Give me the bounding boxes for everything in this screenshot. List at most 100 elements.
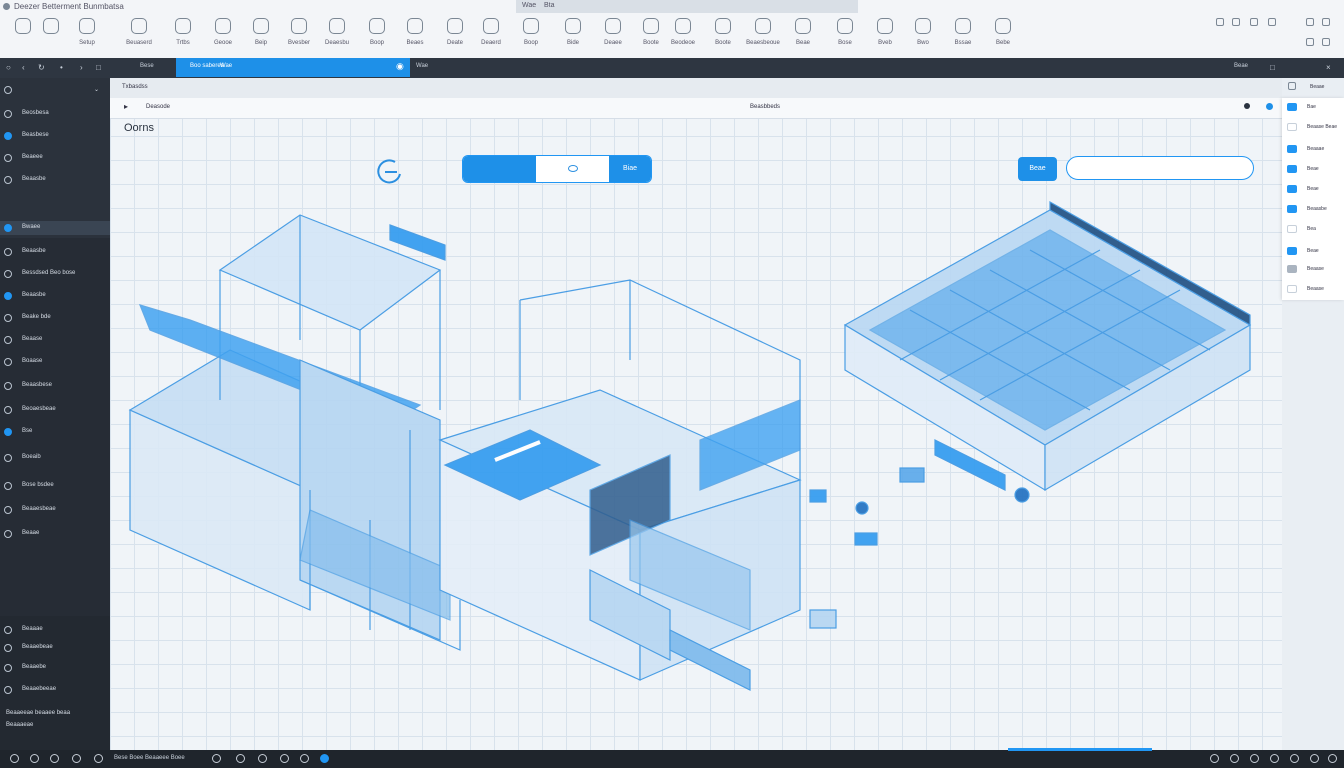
sidebar-item[interactable]: Beosbesa (4, 108, 108, 122)
battery-icon[interactable] (1250, 754, 1259, 763)
view-icon[interactable]: □ (96, 63, 101, 72)
active-document-tab[interactable]: Boo saberes Wae ◉ (176, 58, 410, 77)
document-tab[interactable]: Wae Bta (516, 0, 858, 13)
sidebar-item-label: Beake bde (22, 314, 51, 320)
settings-icon[interactable] (1322, 18, 1330, 26)
keyboard-icon[interactable] (1290, 754, 1299, 763)
tab-menu-icon[interactable]: □ (1270, 63, 1275, 72)
nav-arrow-icon[interactable]: ▸ (124, 102, 128, 111)
sidebar-item[interactable]: Bse (4, 426, 108, 440)
swatch-icon (1287, 123, 1297, 131)
sidebar-item[interactable]: Beake bde (4, 312, 108, 326)
property-item[interactable]: Beae (1287, 246, 1343, 258)
circle-icon (4, 686, 12, 694)
pin-icon[interactable]: • (60, 63, 63, 72)
sync-icon[interactable] (320, 754, 329, 763)
undo-icon[interactable] (300, 754, 309, 763)
property-item[interactable]: Beae (1287, 184, 1343, 196)
camera-icon[interactable] (94, 754, 103, 763)
expand-icon[interactable] (1306, 38, 1314, 46)
tab-label[interactable]: Wae (416, 63, 428, 69)
minimize-icon[interactable] (1216, 18, 1224, 26)
sidebar-item[interactable]: Beaasbese (4, 380, 108, 394)
sidebar-item[interactable]: Beaae (4, 528, 108, 542)
notification-center-icon[interactable] (1328, 754, 1337, 763)
cut-icon[interactable] (236, 754, 245, 763)
search-icon[interactable] (30, 754, 39, 763)
panel-close-icon[interactable]: × (1326, 63, 1331, 72)
property-item[interactable]: Beaase (1287, 284, 1343, 296)
swatch-icon (1287, 185, 1297, 193)
sidebar-item[interactable]: Boaase (4, 356, 108, 370)
property-item[interactable]: Beaase (1287, 264, 1343, 276)
search-input[interactable] (1066, 156, 1254, 180)
right-tab-label[interactable]: Beae (1234, 63, 1248, 69)
volume-icon[interactable] (1230, 754, 1239, 763)
layers-icon[interactable] (50, 754, 59, 763)
ribbon-button[interactable]: Setup (64, 18, 110, 54)
canvas-header-label: Txbasdss (122, 84, 148, 90)
ribbon-button[interactable]: Boop (508, 18, 554, 54)
user-icon[interactable] (1268, 18, 1276, 26)
close-icon[interactable] (1322, 38, 1330, 46)
sidebar-footer-item[interactable]: Beaaae (4, 624, 108, 638)
sidebar-item-label: Beaeee (22, 154, 43, 160)
notification-icon[interactable] (1306, 18, 1314, 26)
info-icon[interactable] (1266, 103, 1273, 110)
sidebar-item[interactable]: Beaase (4, 334, 108, 348)
property-item[interactable]: Beaaae (1287, 144, 1343, 156)
sidebar-item[interactable]: Beaaesbeae (4, 504, 108, 518)
sidebar-item[interactable]: Bwaee (4, 222, 108, 236)
tab-close-icon[interactable]: ◉ (396, 61, 404, 72)
property-item[interactable]: Bae (1287, 102, 1343, 114)
view-mode-blueprint[interactable]: Biae (609, 156, 651, 182)
copy-icon[interactable] (258, 754, 267, 763)
wifi-icon[interactable] (1210, 754, 1219, 763)
bell-icon[interactable] (1310, 754, 1319, 763)
save-icon[interactable] (212, 754, 221, 763)
sidebar-item[interactable]: Bose bsdee (4, 480, 108, 494)
sidebar-footer-item[interactable]: Beaaebe (4, 662, 108, 676)
view-mode-3d[interactable] (536, 156, 609, 182)
forward-icon[interactable]: › (80, 63, 83, 72)
sidebar-footer-item[interactable]: Beaaebeeae (4, 684, 108, 698)
grid-icon (715, 18, 731, 34)
swatch-icon (1287, 225, 1297, 233)
swatch-icon (1287, 247, 1297, 255)
sidebar-item[interactable]: Boeaib (4, 452, 108, 466)
help-icon[interactable] (1250, 18, 1258, 26)
cloud-icon[interactable] (1270, 754, 1279, 763)
property-item[interactable]: Beaasbe (1287, 204, 1343, 216)
back-icon[interactable]: ‹ (22, 63, 25, 72)
property-item[interactable]: Bea (1287, 224, 1343, 236)
sidebar-item[interactable]: Beaeee (4, 152, 108, 166)
isometric-blueprint-model[interactable] (110, 190, 1282, 750)
home-icon[interactable] (10, 754, 19, 763)
sidebar-top-item[interactable]: ⌄ (4, 84, 108, 98)
collapse-icon[interactable]: ⌄ (94, 86, 99, 93)
view-mode-2d[interactable] (463, 156, 536, 182)
menu-icon[interactable]: ○ (6, 63, 11, 72)
property-item[interactable]: Beae (1287, 164, 1343, 176)
sidebar-item[interactable]: Bessdsed Beo bose (4, 268, 108, 282)
sidebar-footer-item[interactable]: Beaaebeae (4, 642, 108, 656)
ribbon-button[interactable]: Beae (780, 18, 826, 54)
grid-icon[interactable] (72, 754, 81, 763)
sidebar-item[interactable]: Beaasbe (4, 290, 108, 304)
restore-icon[interactable] (1232, 18, 1240, 26)
sidebar-item[interactable]: Beaasbe (4, 174, 108, 188)
ribbon-button[interactable]: Bebe (980, 18, 1026, 54)
arrow-icon (4, 530, 12, 538)
panel-icon[interactable] (1288, 82, 1296, 90)
sidebar-item[interactable]: Beoaesbeae (4, 404, 108, 418)
sidebar-item[interactable]: Beaasbe (4, 246, 108, 260)
rotate-view-icon[interactable] (373, 156, 407, 186)
paste-icon[interactable] (280, 754, 289, 763)
ribbon-button[interactable]: Beuaserd (116, 18, 162, 54)
refresh-icon[interactable]: ↻ (38, 63, 45, 72)
view-mode-segmented-control[interactable]: Biae (463, 156, 651, 182)
sidebar-item[interactable]: Beasbese (4, 130, 108, 144)
eye-icon (567, 165, 578, 172)
property-item[interactable]: Beaase Beae (1287, 122, 1343, 134)
apply-button[interactable]: Beae (1018, 157, 1057, 181)
